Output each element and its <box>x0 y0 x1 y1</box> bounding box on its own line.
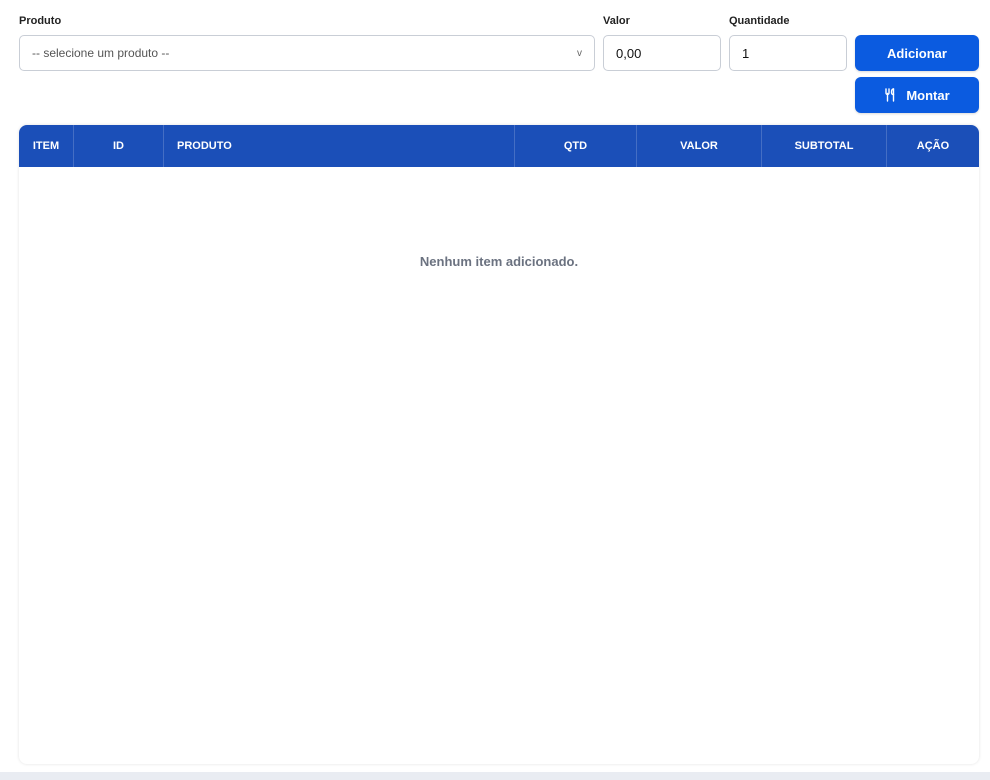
valor-input-value: 0,00 <box>616 45 642 61</box>
items-table: ITEM ID PRODUTO QTD VALOR SUBTOTAL AÇÃO … <box>19 125 979 764</box>
adicionar-button-label: Adicionar <box>887 45 947 61</box>
empty-table-message: Nenhum item adicionado. <box>419 254 579 269</box>
column-header-qtd: QTD <box>515 125 637 167</box>
produto-label: Produto <box>19 15 62 27</box>
produto-select-value: -- selecione um produto -- <box>32 46 170 60</box>
montar-button-label: Montar <box>906 87 950 103</box>
chevron-down-icon: v <box>577 47 582 59</box>
quantidade-input-value: 1 <box>742 45 750 61</box>
produto-select[interactable]: -- selecione um produto -- v <box>19 35 595 71</box>
adicionar-button[interactable]: Adicionar <box>855 35 979 71</box>
valor-input[interactable]: 0,00 <box>603 35 721 71</box>
montar-button[interactable]: Montar <box>855 77 979 113</box>
table-header: ITEM ID PRODUTO QTD VALOR SUBTOTAL AÇÃO <box>19 125 979 167</box>
column-header-item: ITEM <box>19 125 74 167</box>
page-footer-strip <box>0 772 990 780</box>
valor-label: Valor <box>603 15 630 27</box>
column-header-id: ID <box>74 125 164 167</box>
quantidade-input[interactable]: 1 <box>729 35 847 71</box>
column-header-produto: PRODUTO <box>164 125 515 167</box>
utensils-icon <box>884 88 898 102</box>
column-header-acao: AÇÃO <box>916 140 950 152</box>
column-header-valor: VALOR <box>637 125 762 167</box>
quantidade-label: Quantidade <box>729 15 790 27</box>
column-header-subtotal: SUBTOTAL <box>762 125 887 167</box>
